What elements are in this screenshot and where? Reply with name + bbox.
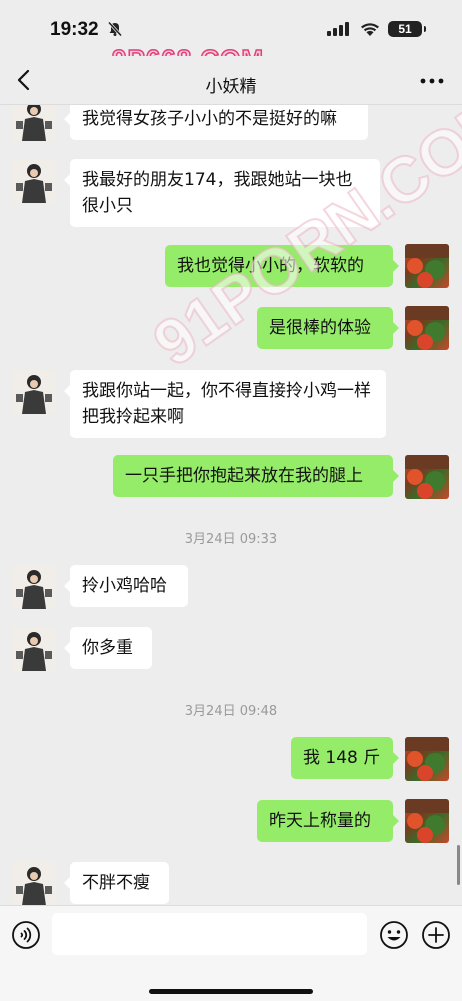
home-indicator[interactable] bbox=[149, 989, 313, 994]
user-avatar[interactable] bbox=[405, 737, 449, 781]
message-bubble-outgoing[interactable]: 我 148 斤 bbox=[291, 737, 399, 779]
user-avatar[interactable] bbox=[405, 306, 449, 350]
contact-avatar[interactable] bbox=[12, 565, 56, 609]
contact-avatar[interactable] bbox=[12, 862, 56, 905]
contact-avatar[interactable] bbox=[12, 105, 56, 141]
emoji-icon[interactable] bbox=[379, 920, 409, 950]
message-input[interactable] bbox=[52, 913, 367, 955]
wifi-icon bbox=[361, 23, 379, 36]
message-bubble-outgoing[interactable]: 是很棒的体验 bbox=[257, 307, 399, 349]
status-time: 19:32 bbox=[50, 19, 99, 40]
voice-input-icon[interactable] bbox=[11, 920, 41, 950]
message-bubble-incoming[interactable]: 我跟你站一起，你不得直接拎小鸡一样把我拎起来啊 bbox=[64, 370, 386, 438]
contact-avatar[interactable] bbox=[12, 159, 56, 203]
message-timestamp: 3月24日 09:48 bbox=[184, 704, 278, 719]
message-bubble-incoming[interactable]: 你多重 bbox=[64, 627, 152, 669]
message-bubble-outgoing[interactable]: 一只手把你抱起来放在我的腿上 bbox=[113, 455, 399, 497]
message-bubble-incoming[interactable]: 我觉得女孩子小小的不是挺好的嘛 bbox=[64, 105, 368, 140]
message-bubble-incoming[interactable]: 不胖不瘦 bbox=[64, 862, 169, 904]
mute-bell-icon bbox=[107, 21, 123, 37]
chat-input-bar bbox=[0, 905, 462, 1001]
battery-level: 51 bbox=[398, 22, 412, 36]
chat-title: 小妖精 bbox=[205, 77, 257, 97]
user-avatar[interactable] bbox=[405, 799, 449, 843]
more-options-icon[interactable] bbox=[420, 78, 444, 84]
message-bubble-outgoing[interactable]: 昨天上称量的 bbox=[257, 800, 399, 842]
scrollbar[interactable] bbox=[457, 845, 460, 885]
message-list[interactable]: 我觉得女孩子小小的不是挺好的嘛 我最好的朋友174，我跟她站一块也很小只 我也觉… bbox=[0, 105, 462, 905]
message-bubble-outgoing[interactable]: 我也觉得小小的，软软的 bbox=[165, 245, 399, 287]
add-plus-icon[interactable] bbox=[421, 920, 451, 950]
message-timestamp: 3月24日 09:33 bbox=[184, 532, 278, 547]
cellular-signal-icon bbox=[327, 22, 349, 36]
battery-icon: 51 bbox=[388, 21, 426, 37]
message-bubble-incoming[interactable]: 我最好的朋友174，我跟她站一块也很小只 bbox=[64, 159, 380, 227]
user-avatar[interactable] bbox=[405, 455, 449, 499]
nav-bar: 小妖精 bbox=[0, 56, 462, 105]
user-avatar[interactable] bbox=[405, 244, 449, 288]
message-bubble-incoming[interactable]: 拎小鸡哈哈 bbox=[64, 565, 188, 607]
contact-avatar[interactable] bbox=[12, 627, 56, 671]
contact-avatar[interactable] bbox=[12, 370, 56, 414]
